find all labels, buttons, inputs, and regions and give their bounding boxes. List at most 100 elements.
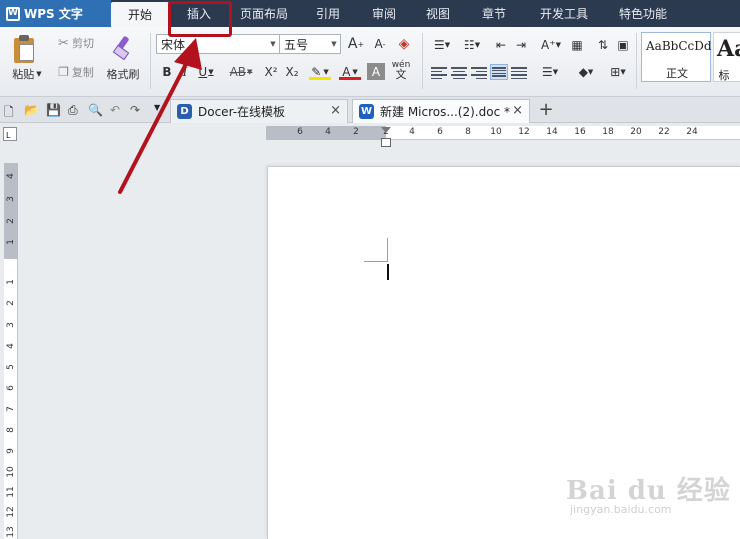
tab-home[interactable]: 开始 [111,2,169,27]
chevron-down-icon: ▼ [474,41,481,49]
ruler-tick-label: 12 [6,506,16,518]
char-shading-button[interactable]: A [367,63,385,80]
ruler-tick-label: 8 [6,427,16,433]
tab-special-features[interactable]: 特色功能 [605,0,681,27]
font-color-bar [339,77,361,80]
horizontal-ruler[interactable]: 6 4 2 2 4 6 8 10 12 14 16 18 20 22 24 [266,126,740,140]
numbered-list-icon: ☷ [463,38,475,52]
print-icon[interactable]: ⎙ [68,103,82,117]
tab-docer-templates[interactable]: D Docer-在线模板 × [170,99,348,123]
tab-references[interactable]: 引用 [299,0,357,27]
ruler-tick-label: 2 [6,300,16,306]
new-tab-button[interactable]: + [536,99,556,120]
subscript-button[interactable]: X₂ [282,62,302,82]
grid-icon: ▦ [571,38,583,52]
ruler-tick-label: 4 [325,127,331,137]
strikethrough-button[interactable]: AB ▼ [226,62,256,82]
tab-title: 新建 Micros...(2).doc * [380,105,510,119]
copy-button[interactable]: ❐ 复制 [52,63,100,81]
tab-developer[interactable]: 开发工具 [523,0,605,27]
ruler-tick-label: 10 [6,466,16,478]
strike-glyph: AB [229,65,247,79]
shrink-font-button[interactable]: A- [370,34,390,54]
undo-icon[interactable]: ↶ [110,103,124,117]
grow-font-button[interactable]: A + [346,34,366,54]
align-left-icon[interactable] [430,65,448,81]
copy-label: 复制 [71,66,94,79]
show-marks-button[interactable]: ▣ [614,35,632,55]
table-button[interactable]: ▦ [568,35,586,55]
numbering-button[interactable]: ☷ ▼ [458,35,486,55]
bold-button[interactable]: B [158,62,176,82]
ruler-tick-label: 4 [6,343,16,349]
ruler-tick-label: 14 [546,127,558,137]
chevron-down-icon: ▼ [36,70,42,78]
font-color-button[interactable]: A ▼ [336,62,364,82]
chevron-down-icon: ▼ [552,68,559,76]
print-preview-icon[interactable]: 🔍 [88,103,103,117]
align-justify-icon[interactable] [490,64,508,80]
paintbrush-icon [111,35,133,61]
tab-current-document[interactable]: W 新建 Micros...(2).doc * × [352,99,530,123]
redo-icon[interactable]: ↷ [130,103,144,117]
distributed-align-icon[interactable] [510,65,528,81]
paste-button[interactable] [6,33,42,67]
ruler-tick-label: 22 [658,127,670,137]
chevron-down-icon[interactable]: ▼ [154,103,168,117]
tab-insert[interactable]: 插入 [169,0,229,27]
shading-button[interactable]: ◆ ▼ [572,62,600,82]
tab-view[interactable]: 视图 [411,0,465,27]
text-effects-button[interactable]: A⁺ ▼ [536,35,566,55]
line-spacing-icon: ☰ [541,65,553,79]
indent-icon: ⇥ [515,38,527,52]
close-icon[interactable]: × [512,103,523,118]
left-indent-marker[interactable] [381,138,391,147]
paste-dropdown[interactable]: 粘贴 ▼ [6,65,48,83]
ruler-tick-label: 10 [490,127,502,137]
highlight-button[interactable]: ✎ ▼ [306,62,334,82]
borders-button[interactable]: ⊞ ▼ [604,62,632,82]
tab-chapter[interactable]: 章节 [465,0,523,27]
sort-button[interactable]: ⇅ [594,35,612,55]
format-painter-button[interactable] [104,33,140,63]
font-size-select[interactable]: 五号 ▼ [279,34,341,54]
style-heading[interactable]: Aa 标 [713,32,740,82]
cut-button[interactable]: ✂ 剪切 [52,34,100,52]
tab-stop-selector[interactable]: L [3,127,17,141]
outdent-icon: ⇤ [495,38,507,52]
underline-button[interactable]: U ▼ [196,62,216,82]
new-doc-icon[interactable]: 🗋 [4,103,18,119]
chevron-down-icon: ▼ [587,68,594,76]
phonetic-guide-button[interactable]: wén 文 [388,60,414,81]
app-menu-button[interactable]: W WPS 文字 ▼ [0,0,393,280]
first-line-indent-marker[interactable] [381,127,391,133]
open-folder-icon[interactable]: 📂 [24,103,39,117]
menu-bar: W WPS 文字 ▼ 开始 插入 页面布局 引用 审阅 视图 章节 开发工具 特… [0,0,740,280]
bullets-button[interactable]: ☰ ▼ [428,35,456,55]
italic-button[interactable]: I [176,62,194,82]
ruler-tick-label: 3 [6,196,16,202]
sort-icon: ⇅ [597,38,609,52]
align-center-icon[interactable] [450,65,468,81]
paragraph-mark-icon: ▣ [617,38,629,52]
format-painter-label: 格式刷 [106,68,140,81]
eraser-icon: ◈ [398,36,410,52]
style-normal[interactable]: AaBbCcDd 正文 [641,32,712,82]
margin-corner-mark [364,261,388,262]
vertical-ruler[interactable]: 4 3 2 1 1 2 3 4 5 6 7 8 9 10 11 12 13 [4,163,18,539]
superscript-button[interactable]: X² [261,62,281,82]
tab-page-layout[interactable]: 页面布局 [229,0,299,27]
clear-format-button[interactable]: ◈ [394,34,414,54]
divider [150,33,151,89]
save-icon[interactable]: 💾 [46,103,61,117]
paste-icon [11,35,37,65]
increase-indent-button[interactable]: ⇥ [512,35,530,55]
text-direction-icon: A⁺ [541,38,556,52]
close-icon[interactable]: × [330,103,341,118]
line-spacing-button[interactable]: ☰ ▼ [536,62,564,82]
ruler-tick-label: 5 [6,364,16,370]
font-name-select[interactable]: 宋体 ▼ [156,34,280,54]
decrease-indent-button[interactable]: ⇤ [492,35,510,55]
align-right-icon[interactable] [470,65,488,81]
tab-review[interactable]: 审阅 [357,0,411,27]
